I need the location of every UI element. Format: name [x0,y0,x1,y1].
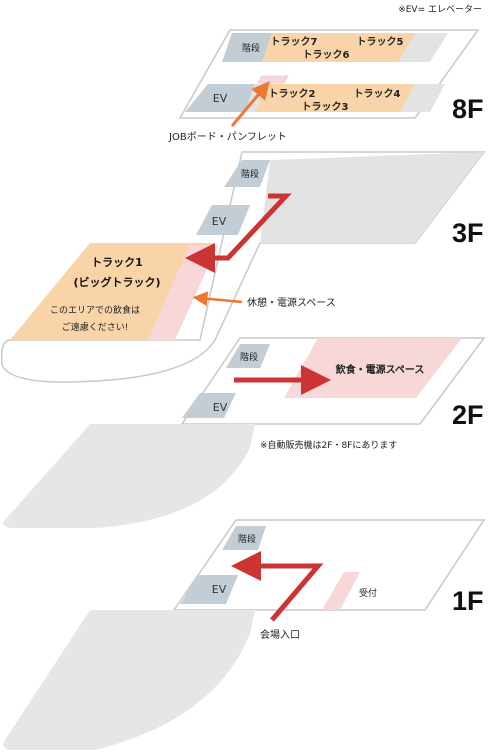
stairs-2f-label: 階段 [240,351,258,363]
floor-8f: 階段 トラック7 トラック6 トラック5 EV トラック2 トラック3 トラック… [168,29,484,143]
stairs-8f-label: 階段 [242,42,260,54]
elevator-8f-label: EV [213,92,228,105]
no-food-note-line1: このエリアでの飲食は [50,304,140,316]
elevator-1f-label: EV [212,583,227,596]
track-1-sub-label: (ビッグトラック) [73,275,160,289]
elevator-2f-label: EV [213,401,228,414]
elevator-3f-label: EV [212,215,227,228]
floor-1f: 階段 EV 受付 会場入口 1F [3,519,486,750]
floor-2f-label: 2F [452,400,484,430]
floor-1f-label: 1F [452,586,484,616]
vending-machine-note: ※自動販売機は2F・8Fにあります [260,439,397,451]
floor-3f-label: 3F [452,218,484,248]
track-4-label: トラック4 [354,88,401,100]
track-1-label: トラック1 [91,256,143,269]
track-7-label: トラック7 [271,36,318,48]
stairs-1f-label: 階段 [238,533,256,545]
track-2-label: トラック2 [269,88,316,100]
stairs-3f-label: 階段 [241,168,259,180]
floor-2f-ground-shadow [3,424,256,528]
no-food-note-line2: ご遠慮ください! [62,321,129,333]
entrance-label: 会場入口 [260,628,300,641]
floor-8f-label: 8F [452,94,484,124]
rest-callout-label-3f: 休憩・電源スペース [247,296,336,309]
track-3-label: トラック3 [302,101,349,113]
ev-legend-note: ※EV= エレベーター [398,4,482,15]
track-5-label: トラック5 [357,36,404,48]
jobboard-callout-label: JOBボード・パンフレット [168,131,287,143]
jobboard-8f [257,75,289,84]
reception-label: 受付 [359,587,377,599]
floor-1f-ground-shadow [3,610,256,750]
dining-rest-area-label: 飲食・電源スペース [335,363,425,376]
track-6-label: トラック6 [303,49,350,61]
floor-map: ※EV= エレベーター 階段 トラック7 トラック6 トラック5 EV トラック… [0,4,486,750]
